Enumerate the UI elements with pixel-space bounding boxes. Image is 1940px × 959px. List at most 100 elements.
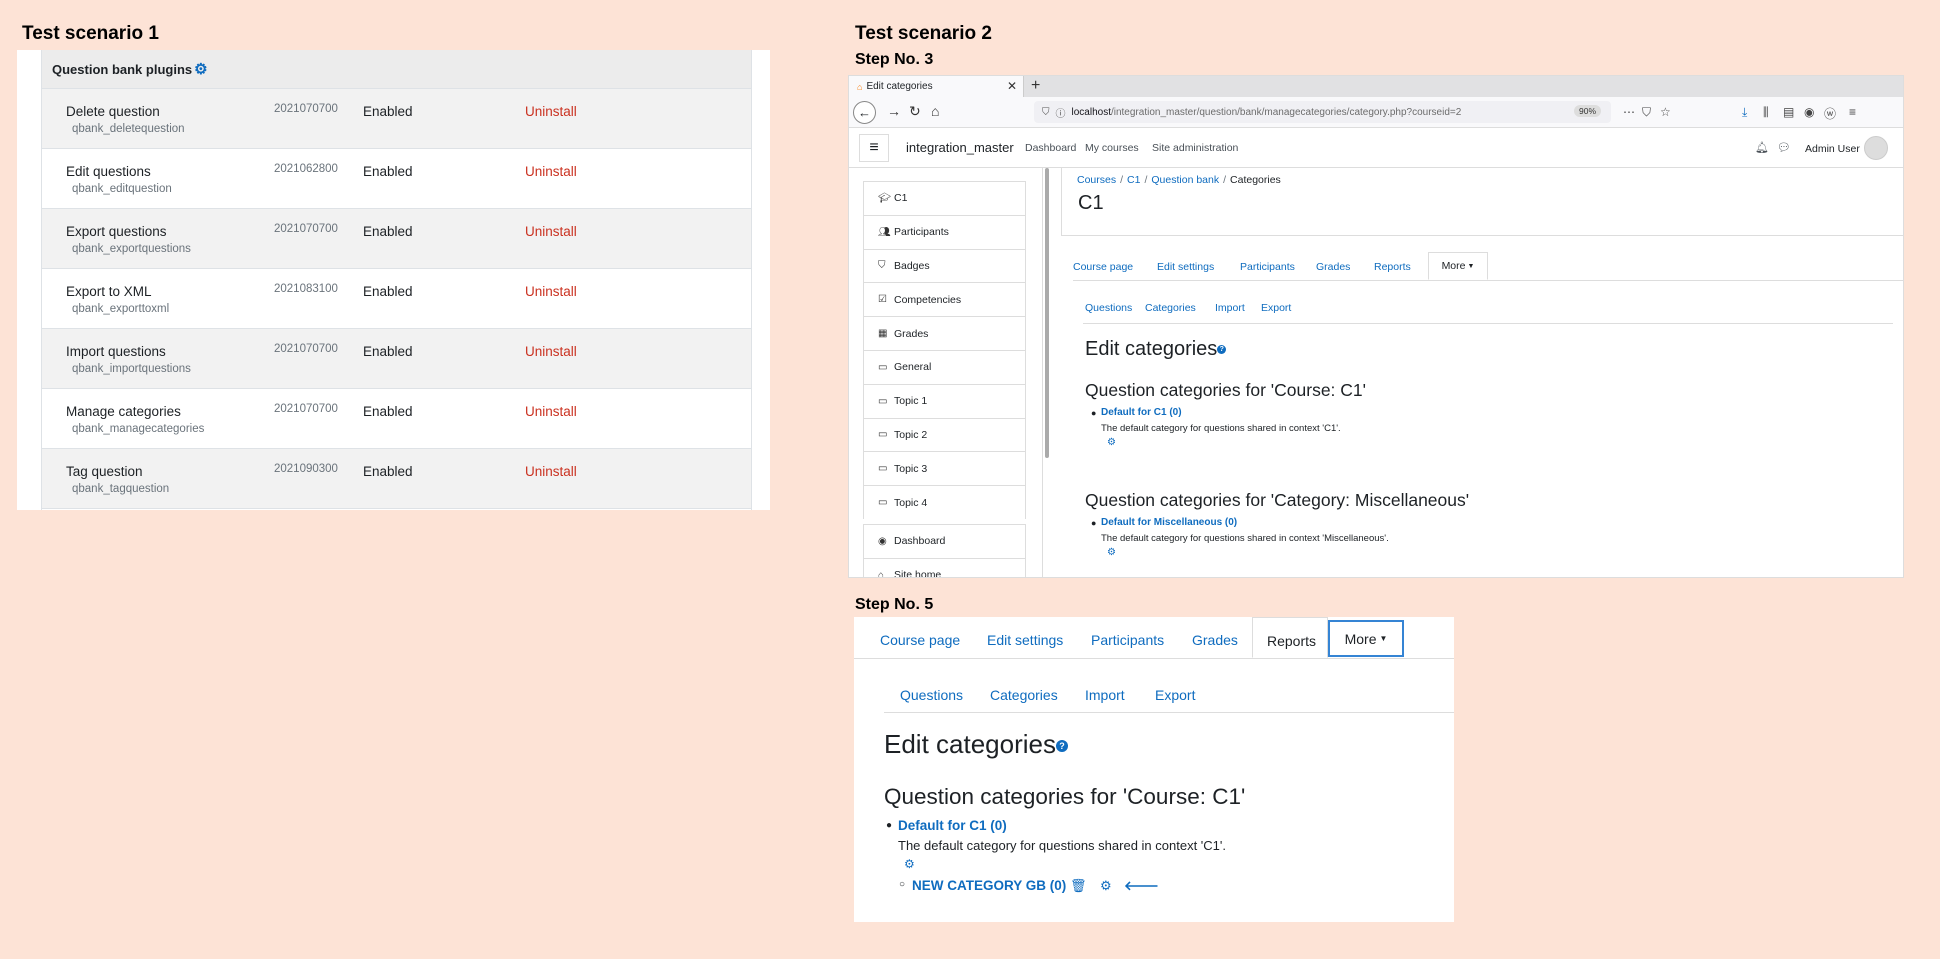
uninstall-link[interactable]: Uninstall xyxy=(525,104,577,119)
gear-icon[interactable]: ⚙ xyxy=(1107,437,1116,448)
subtab-questions[interactable]: Questions xyxy=(1085,302,1132,314)
help-icon[interactable]: ? xyxy=(1217,345,1227,355)
tab-more[interactable]: More ▼ xyxy=(1428,252,1488,280)
plugin-code: qbank_exportquestions xyxy=(72,243,191,255)
library-icon[interactable]: ⫼ xyxy=(1763,105,1769,120)
drawer-item-competencies[interactable]: ☑ Competencies xyxy=(863,282,1026,317)
reload-icon[interactable]: ↻ xyxy=(909,103,921,120)
breadcrumb-question-bank[interactable]: Question bank xyxy=(1151,174,1219,186)
tab-reports[interactable]: Reports xyxy=(1374,261,1411,273)
gear-icon[interactable]: ⚙ xyxy=(904,857,915,871)
scrollbar[interactable] xyxy=(1045,168,1049,458)
new-category-link[interactable]: NEW CATEGORY GB (0) xyxy=(912,878,1066,893)
new-tab-icon[interactable]: + xyxy=(1031,77,1040,95)
url-bar[interactable]: ⛉ ⓘ localhost /integration_master/questi… xyxy=(1034,101,1611,123)
more-actions-icon[interactable]: ⋯ xyxy=(1623,105,1635,119)
drawer-item-label: Topic 3 xyxy=(894,462,928,475)
subtab-questions[interactable]: Questions xyxy=(900,687,963,703)
download-icon[interactable]: ⤓ xyxy=(1742,105,1747,120)
uninstall-link[interactable]: Uninstall xyxy=(525,224,577,239)
breadcrumb-courses[interactable]: Courses xyxy=(1077,174,1116,186)
subtab-export[interactable]: Export xyxy=(1261,302,1291,314)
arrow-left-icon[interactable]: 🡐 xyxy=(1124,878,1159,894)
divider xyxy=(884,712,1454,713)
table-icon: ▦ xyxy=(878,328,888,340)
dashboard-icon: ◉ xyxy=(878,535,887,547)
drawer-item-participants[interactable]: 👥︎ Participants xyxy=(863,214,1026,249)
drawer-item-topic-4[interactable]: ▭ Topic 4 xyxy=(863,485,1026,519)
avatar[interactable] xyxy=(1864,136,1888,160)
subtab-categories[interactable]: Categories xyxy=(990,687,1058,703)
drawer-item-general[interactable]: ▭ General xyxy=(863,349,1026,384)
drawer-item-c1[interactable]: 🎓︎ C1 xyxy=(863,181,1026,215)
browser-tab-title: Edit categories xyxy=(866,81,933,92)
back-arrow-icon[interactable]: ← xyxy=(853,101,876,124)
close-tab-icon[interactable]: ✕ xyxy=(1007,79,1017,93)
browser-tab[interactable]: ⌂ Edit categories ✕ xyxy=(849,76,1024,97)
site-name[interactable]: integration_master xyxy=(906,140,1014,155)
drawer-item-dashboard[interactable]: ◉ Dashboard xyxy=(863,524,1026,558)
subtab-export[interactable]: Export xyxy=(1155,687,1195,703)
uninstall-link[interactable]: Uninstall xyxy=(525,284,577,299)
uninstall-link[interactable]: Uninstall xyxy=(525,164,577,179)
chat-icon[interactable]: 💬︎ xyxy=(1777,141,1791,154)
info-icon[interactable]: ⓘ xyxy=(1056,105,1066,120)
user-name[interactable]: Admin User xyxy=(1805,143,1860,155)
zoom-level[interactable]: 90% xyxy=(1573,105,1601,117)
account-icon[interactable]: ◉ xyxy=(1804,105,1814,119)
table-row: Export to XML qbank_exporttoxml 2021083100… xyxy=(42,269,751,329)
subtab-import[interactable]: Import xyxy=(1215,302,1245,314)
folder-icon: ▭ xyxy=(878,395,888,407)
gear-icon[interactable]: ⚙ xyxy=(194,60,207,78)
forward-arrow-icon[interactable]: → xyxy=(887,103,901,119)
uninstall-link[interactable]: Uninstall xyxy=(525,404,577,419)
nav-my-courses[interactable]: My courses xyxy=(1085,142,1139,154)
drawer-item-label: Site home xyxy=(894,569,942,578)
default-c1-link[interactable]: Default for C1 (0) xyxy=(1101,407,1182,418)
uninstall-link[interactable]: Uninstall xyxy=(525,344,577,359)
tab-more[interactable]: More ▼ xyxy=(1328,620,1404,657)
sidebar-icon[interactable]: ▤ xyxy=(1783,105,1794,119)
tab-edit-settings[interactable]: Edit settings xyxy=(987,632,1063,648)
gear-icon[interactable]: ⚙ xyxy=(1100,878,1112,894)
home-icon[interactable]: ⌂ xyxy=(931,103,939,119)
breadcrumb-c1[interactable]: C1 xyxy=(1127,174,1140,186)
plugin-code: qbank_editquestion xyxy=(72,183,172,195)
drawer-item-badges[interactable]: ⛉ Badges xyxy=(863,248,1026,283)
help-icon[interactable]: ? xyxy=(1055,740,1068,753)
drawer-item-grades[interactable]: ▦ Grades xyxy=(863,316,1026,350)
uninstall-link[interactable]: Uninstall xyxy=(525,464,577,479)
bell-icon[interactable]: 🔔︎ xyxy=(1755,141,1769,154)
drawer-item-site-home[interactable]: ⌂ Site home xyxy=(863,557,1026,578)
drawer-item-topic-2[interactable]: ▭ Topic 2 xyxy=(863,417,1026,452)
table-row: Tag question qbank_tagquestion 2021090300 E… xyxy=(42,449,751,509)
nav-site-administration[interactable]: Site administration xyxy=(1152,142,1238,154)
gear-icon[interactable]: ⚙ xyxy=(1107,547,1116,558)
tab-grades[interactable]: Grades xyxy=(1316,261,1350,273)
drawer-item-topic-1[interactable]: ▭ Topic 1 xyxy=(863,383,1026,418)
tab-course-page[interactable]: Course page xyxy=(1073,261,1133,273)
menu-icon[interactable]: ≡ xyxy=(1849,105,1856,119)
url-host: localhost xyxy=(1071,106,1111,118)
bookmark-star-icon[interactable]: ☆ xyxy=(1660,105,1671,119)
tab-edit-settings[interactable]: Edit settings xyxy=(1157,261,1214,273)
default-c1-link[interactable]: Default for C1 (0) xyxy=(898,818,1007,833)
tab-participants[interactable]: Participants xyxy=(1240,261,1295,273)
trash-icon[interactable]: 🗑︎ xyxy=(1070,878,1087,894)
subtab-import[interactable]: Import xyxy=(1085,687,1125,703)
shield-icon[interactable]: ⛉ xyxy=(1042,107,1050,118)
subtab-categories[interactable]: Categories xyxy=(1145,302,1196,314)
tab-reports[interactable]: Reports xyxy=(1252,617,1328,658)
drawer-item-label: Topic 4 xyxy=(894,496,928,509)
drawer-item-label: Badges xyxy=(894,259,930,272)
hamburger-menu-icon[interactable]: ≡ xyxy=(859,134,889,162)
drawer-item-topic-3[interactable]: ▭ Topic 3 xyxy=(863,451,1026,486)
extension-icon[interactable]: ⓦ xyxy=(1824,105,1836,122)
pocket-icon[interactable]: ⛉ xyxy=(1642,105,1651,120)
tab-grades[interactable]: Grades xyxy=(1192,632,1238,648)
tab-course-page[interactable]: Course page xyxy=(880,632,960,648)
default-misc-link[interactable]: Default for Miscellaneous (0) xyxy=(1101,517,1237,528)
question-bank-plugins-panel: Question bank plugins ⚙ Delete question q… xyxy=(17,50,770,510)
tab-participants[interactable]: Participants xyxy=(1091,632,1164,648)
nav-dashboard[interactable]: Dashboard xyxy=(1025,142,1076,154)
